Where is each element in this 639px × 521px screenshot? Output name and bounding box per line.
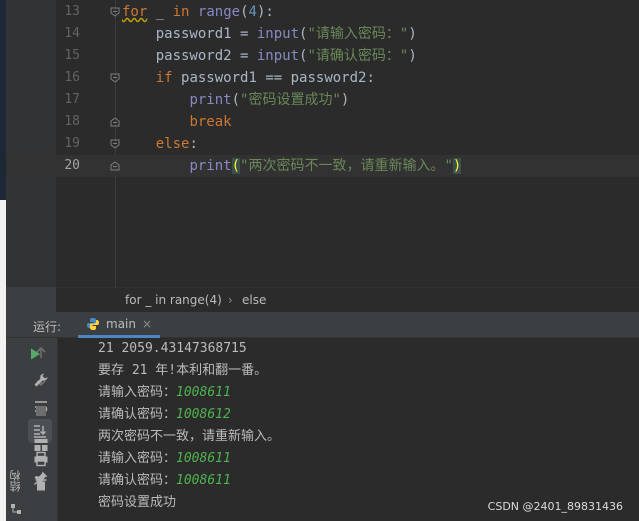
code-line[interactable]: 17 print("密码设置成功") xyxy=(6,89,639,111)
layout-icon[interactable] xyxy=(30,434,52,456)
code-text: password2 = input("请确认密码：") xyxy=(155,48,417,64)
structure-icon xyxy=(11,504,21,514)
run-icon[interactable] xyxy=(24,343,46,365)
code-text: else: xyxy=(155,136,198,152)
console-line: 密码设置成功 xyxy=(98,495,177,510)
line-number: 13 xyxy=(64,4,80,19)
line-number: 14 xyxy=(64,26,80,41)
fold-collapse-icon[interactable] xyxy=(110,139,120,149)
watermark-text: CSDN @2401_89831436 xyxy=(487,500,623,513)
code-text: for _ in range(4): xyxy=(122,4,274,20)
console-line: 请输入密码：1008611 xyxy=(98,451,231,466)
run-panel-header: 运行: main × xyxy=(6,312,639,338)
close-tab-icon[interactable]: × xyxy=(142,317,152,331)
line-number: 16 xyxy=(64,70,80,85)
python-icon xyxy=(87,317,99,330)
line-number: 17 xyxy=(64,92,80,107)
console-output[interactable]: 21 2059.43147368715 要存 21 年!本利和翻一番。 请输入密… xyxy=(58,338,639,521)
pin-icon[interactable] xyxy=(30,467,52,489)
code-line[interactable]: 13 for _ in range(4): xyxy=(6,1,639,23)
console-line: 要存 21 年!本利和翻一番。 xyxy=(98,363,268,378)
fold-end-icon[interactable] xyxy=(110,161,120,171)
wrench-icon[interactable] xyxy=(30,369,52,391)
run-panel-title: 运行: xyxy=(33,320,62,334)
fold-end-icon[interactable] xyxy=(110,117,120,127)
code-line-current[interactable]: 20 print("两次密码不一致，请重新输入。") xyxy=(6,155,639,177)
structure-label: 结构 xyxy=(9,470,22,492)
stop-icon[interactable] xyxy=(30,400,52,422)
breadcrumb-separator: › xyxy=(228,293,233,307)
structure-tool-tab[interactable]: 结构 xyxy=(8,470,28,492)
line-number: 19 xyxy=(64,136,80,151)
code-line[interactable]: 16 if password1 == password2: xyxy=(6,67,639,89)
code-text: break xyxy=(189,114,232,130)
code-line[interactable]: 14 password1 = input("请输入密码：") xyxy=(6,23,639,45)
run-tab-label: main xyxy=(106,316,136,331)
code-text: print("密码设置成功") xyxy=(189,92,350,108)
console-line: 21 2059.43147368715 xyxy=(98,341,247,356)
line-number: 18 xyxy=(64,114,80,129)
fold-collapse-icon[interactable] xyxy=(110,73,120,83)
code-text: print("两次密码不一致，请重新输入。") xyxy=(189,158,462,174)
console-line: 请输入密码：1008611 xyxy=(98,385,231,400)
console-line: 请确认密码：1008612 xyxy=(98,407,231,422)
line-number: 15 xyxy=(64,48,80,63)
console-line: 两次密码不一致，请重新输入。 xyxy=(98,429,281,444)
code-text: password1 = input("请输入密码：") xyxy=(155,26,417,42)
breadcrumb-item[interactable]: else xyxy=(242,293,266,307)
fold-collapse-icon[interactable] xyxy=(110,7,120,17)
console-line: 请确认密码：1008611 xyxy=(98,473,231,488)
line-number: 20 xyxy=(64,158,80,173)
code-line[interactable]: 15 password2 = input("请确认密码：") xyxy=(6,45,639,67)
code-editor[interactable]: 13 for _ in range(4): 14 password1 = inp… xyxy=(6,0,639,287)
breadcrumb-item[interactable]: for _ in range(4) xyxy=(125,293,222,307)
run-toolbar xyxy=(6,338,58,521)
run-tab-main[interactable]: main × xyxy=(78,312,161,338)
breadcrumb[interactable]: for _ in range(4) › else xyxy=(56,287,639,312)
code-text: if password1 == password2: xyxy=(155,70,375,86)
code-line[interactable]: 19 else: xyxy=(6,133,639,155)
code-line[interactable]: 18 break xyxy=(6,111,639,133)
